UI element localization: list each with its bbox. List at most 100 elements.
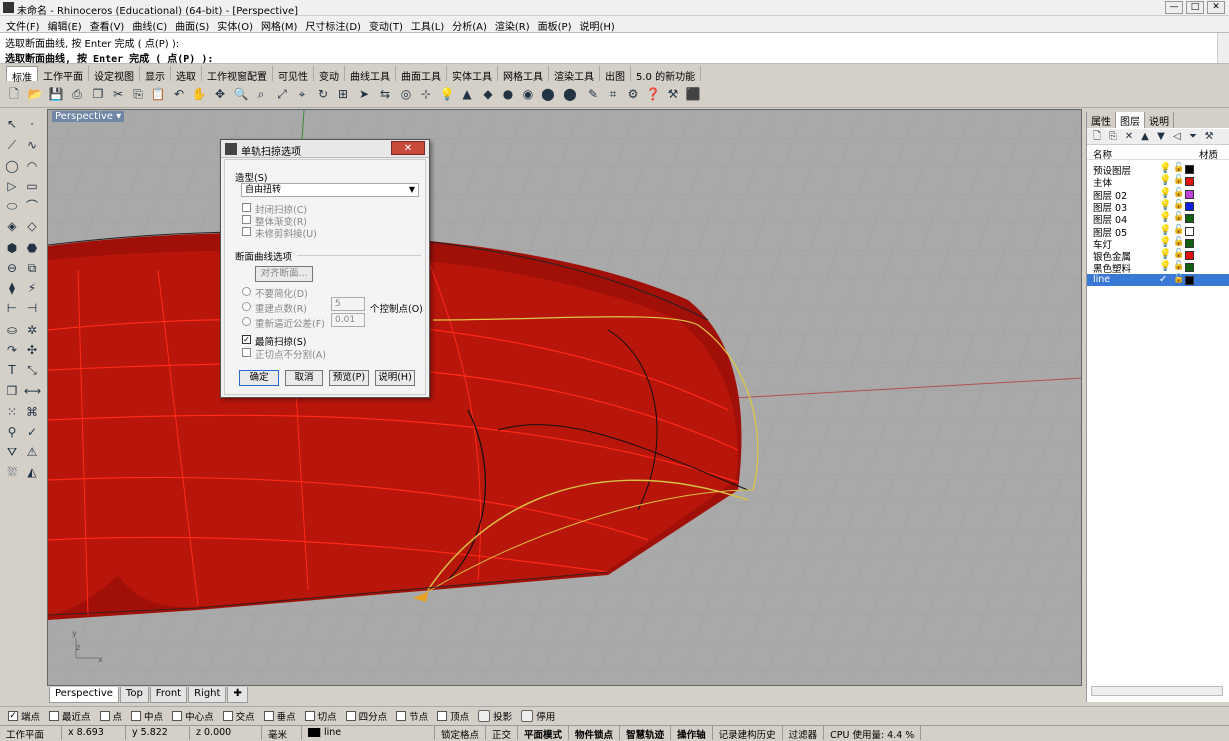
tab-cplanes[interactable]: 工作平面: [38, 66, 89, 83]
print-icon[interactable]: ⎙: [69, 86, 85, 102]
menu-solid[interactable]: 实体(O): [215, 16, 259, 33]
layer-color-swatch[interactable]: [1185, 177, 1194, 187]
undo-view-icon[interactable]: ↻: [315, 86, 331, 102]
ellipse-icon[interactable]: ⬭: [4, 198, 20, 214]
layer-row[interactable]: 图层 05 💡 🔓: [1087, 225, 1229, 239]
zoom-window-icon[interactable]: ⌕: [253, 86, 269, 102]
cone-icon[interactable]: ⛛: [4, 444, 20, 460]
untrimmed-miters-checkbox[interactable]: [242, 227, 251, 236]
split-icon[interactable]: ⊣: [24, 300, 40, 316]
scale-icon[interactable]: ⤡: [24, 362, 40, 378]
layer-visible-bulb-icon[interactable]: 💡: [1159, 212, 1171, 223]
material-icon[interactable]: ◆: [480, 86, 496, 102]
close-button[interactable]: ✕: [1207, 1, 1225, 14]
status-gumball[interactable]: 操作轴: [671, 726, 713, 741]
osnap-option[interactable]: 投影: [478, 709, 512, 723]
move-down-icon[interactable]: ▼: [1153, 129, 1169, 145]
osnap-item[interactable]: 垂点: [263, 709, 296, 723]
rotate-icon[interactable]: ↷: [4, 342, 20, 358]
status-osnap[interactable]: 物件锁点: [569, 726, 621, 741]
save-icon[interactable]: 💾: [48, 86, 64, 102]
tab-new-in-v5[interactable]: 5.0 的新功能: [631, 66, 702, 83]
dimension-icon[interactable]: ⌗: [605, 86, 621, 102]
surface-icon[interactable]: ◈: [4, 218, 20, 234]
layer-color-swatch[interactable]: [1185, 251, 1194, 261]
layer-color-swatch[interactable]: [1185, 201, 1194, 211]
point-icon[interactable]: ·: [24, 116, 40, 132]
zoom-icon[interactable]: 🔍: [233, 86, 249, 102]
layer-visible-bulb-icon[interactable]: 💡: [1159, 188, 1171, 199]
color-fill-icon[interactable]: ◭: [24, 464, 40, 480]
osnap-item[interactable]: 中点: [131, 709, 163, 723]
osnap-checkbox[interactable]: [345, 710, 356, 721]
circle-icon[interactable]: ◯: [4, 158, 20, 174]
simple-sweep-checkbox[interactable]: ✓: [242, 335, 251, 344]
menu-surface[interactable]: 曲面(S): [173, 16, 215, 33]
layer-row[interactable]: 主体 💡 🔓: [1087, 175, 1229, 189]
tab-mesh-tools[interactable]: 网格工具: [498, 66, 549, 83]
layer-visible-bulb-icon[interactable]: 💡: [1159, 225, 1171, 236]
menu-help[interactable]: 说明(H): [578, 16, 621, 33]
layer-lock-icon[interactable]: 🔓: [1173, 175, 1184, 185]
status-unit[interactable]: 毫米: [262, 726, 302, 741]
osnap-checkbox[interactable]: [172, 710, 183, 721]
copy-icon[interactable]: ⎘: [130, 86, 146, 102]
zoom-selected-icon[interactable]: ⌖: [294, 86, 310, 102]
check-icon[interactable]: ✓: [24, 424, 40, 440]
tab-curve-tools[interactable]: 曲线工具: [345, 66, 396, 83]
mesh-icon[interactable]: ⧉: [24, 260, 40, 276]
blue-sphere-icon[interactable]: ⬤: [562, 86, 578, 102]
cut-icon[interactable]: ✂: [110, 86, 126, 102]
viewport-title[interactable]: Perspective ▾: [52, 111, 125, 122]
closed-sweep-checkbox[interactable]: [242, 203, 251, 212]
osnap-checkbox[interactable]: [396, 710, 407, 721]
cube-icon[interactable]: ⬛: [685, 86, 701, 102]
osnap-checkbox[interactable]: [263, 710, 274, 721]
osnap-item[interactable]: ✓ 端点: [8, 709, 40, 723]
osnap-checkbox[interactable]: [304, 710, 315, 721]
move-icon[interactable]: ✣: [24, 342, 40, 358]
menu-tools[interactable]: 工具(L): [409, 16, 450, 33]
osnap-checkbox[interactable]: [99, 710, 110, 721]
menu-file[interactable]: 文件(F): [4, 16, 46, 33]
layer-row[interactable]: 黑色塑料 💡 🔓: [1087, 261, 1229, 275]
osnap-item[interactable]: 切点: [304, 709, 337, 723]
status-cplane[interactable]: 工作平面: [0, 726, 62, 741]
sphere-solid-icon[interactable]: ⬣: [24, 240, 40, 256]
command-scrollbar[interactable]: [1217, 33, 1229, 63]
tab-render-tools[interactable]: 渲染工具: [549, 66, 600, 83]
fillet-icon[interactable]: ⌒: [24, 198, 40, 214]
layer-color-swatch[interactable]: [1185, 189, 1194, 199]
layer-color-swatch[interactable]: [1185, 275, 1194, 285]
undo-icon[interactable]: ↶: [171, 86, 187, 102]
help-button[interactable]: 说明(H): [375, 370, 415, 386]
rebuild-radio[interactable]: [242, 302, 251, 311]
tab-transform[interactable]: 变动: [314, 66, 345, 83]
zoom-extents-icon[interactable]: ⤢: [274, 86, 290, 102]
preview-button[interactable]: 预览(P): [329, 370, 369, 386]
status-filter[interactable]: 过滤器: [783, 726, 825, 741]
lightning-icon[interactable]: ⚡: [24, 280, 40, 296]
osnap-item[interactable]: 交点: [222, 709, 255, 723]
help-icon[interactable]: ❓: [645, 86, 661, 102]
menu-edit[interactable]: 编辑(E): [46, 16, 88, 33]
osnap-checkbox[interactable]: [437, 710, 448, 721]
tab-visibility[interactable]: 可见性: [273, 66, 314, 83]
grid-icon[interactable]: ⊹: [418, 86, 434, 102]
layer-row[interactable]: 车灯 💡 🔓: [1087, 237, 1229, 251]
menu-curve[interactable]: 曲线(C): [130, 16, 173, 33]
layer-color-swatch[interactable]: [1185, 238, 1194, 248]
new-layer-icon[interactable]: 🗋: [1089, 129, 1105, 145]
menu-dimension[interactable]: 尺寸标注(D): [303, 16, 367, 33]
layer-color-swatch[interactable]: [1185, 165, 1194, 174]
osnap-item[interactable]: 点: [99, 709, 122, 723]
layer-lock-icon[interactable]: 🔓: [1173, 261, 1184, 271]
select-icon[interactable]: ➤: [356, 86, 372, 102]
layer-row[interactable]: 图层 04 💡 🔓: [1087, 212, 1229, 226]
layer-lock-icon[interactable]: 🔓: [1173, 212, 1184, 222]
layer-color-swatch[interactable]: [1185, 226, 1194, 236]
layer-color-swatch[interactable]: [1185, 263, 1194, 273]
osnap-checkbox[interactable]: [131, 710, 142, 721]
refit-radio[interactable]: [242, 317, 251, 326]
osnap-icon[interactable]: ◎: [398, 86, 414, 102]
